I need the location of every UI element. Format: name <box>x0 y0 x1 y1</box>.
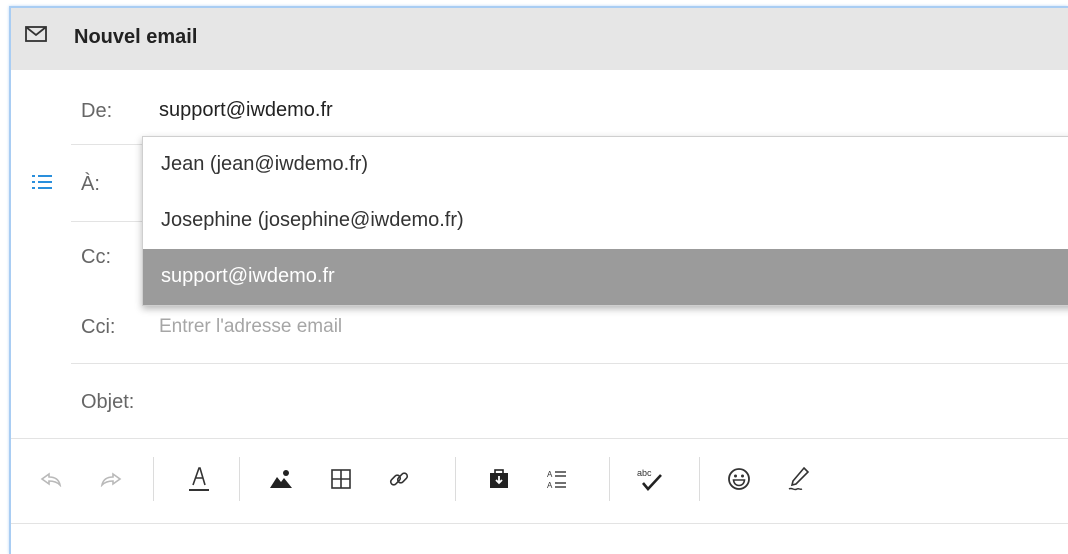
link-icon <box>389 472 409 486</box>
svg-text:A: A <box>547 470 553 479</box>
signature-icon <box>788 466 810 491</box>
image-button[interactable] <box>263 461 299 497</box>
recipient-suggestions: Jean (jean@iwdemo.fr) Josephine (josephi… <box>142 136 1068 306</box>
compose-window: Nouvel email De: support@iwdemo.fr À: Cc… <box>9 6 1068 554</box>
image-icon <box>270 470 292 488</box>
table-button[interactable] <box>323 461 359 497</box>
toolbar-separator <box>609 457 610 501</box>
contacts-list-icon[interactable] <box>31 173 53 191</box>
bcc-label: Cci: <box>81 316 116 338</box>
insert-template-button[interactable] <box>481 461 517 497</box>
emoji-icon <box>728 468 750 490</box>
signature-button[interactable] <box>781 461 817 497</box>
from-row: De: support@iwdemo.fr <box>71 70 1068 145</box>
insert-template-icon <box>490 469 508 488</box>
undo-button[interactable] <box>33 461 69 497</box>
toolbar-separator <box>239 457 240 501</box>
editor-toolbar: AA abc <box>11 438 1068 524</box>
toolbar-separator <box>699 457 700 501</box>
from-label: De: <box>81 100 113 122</box>
spellcheck-button[interactable]: abc <box>631 461 667 497</box>
redo-button[interactable] <box>93 461 129 497</box>
svg-text:abc: abc <box>637 468 652 478</box>
bcc-input[interactable]: Entrer l'adresse email <box>159 316 342 338</box>
redo-icon <box>100 472 122 487</box>
link-button[interactable] <box>381 461 417 497</box>
suggestion-item[interactable]: Jean (jean@iwdemo.fr) <box>143 137 1068 193</box>
font-color-button[interactable] <box>181 461 217 497</box>
toolbar-separator <box>455 457 456 501</box>
suggestion-item-selected[interactable]: support@iwdemo.fr <box>143 249 1068 305</box>
to-label: À: <box>81 173 100 195</box>
subject-row[interactable]: Objet: <box>71 364 1068 438</box>
compose-title: Nouvel email <box>74 26 198 48</box>
list-format-icon: AA <box>547 470 566 490</box>
cc-label: Cc: <box>81 246 111 268</box>
emoji-button[interactable] <box>721 461 757 497</box>
compose-header: Nouvel email <box>11 8 1068 70</box>
from-field[interactable]: support@iwdemo.fr <box>159 99 333 122</box>
subject-label: Objet: <box>81 391 135 413</box>
spellcheck-icon: abc <box>637 468 662 491</box>
svg-text:A: A <box>547 481 553 490</box>
font-color-icon <box>189 467 209 491</box>
suggestion-item[interactable]: Josephine (josephine@iwdemo.fr) <box>143 193 1068 249</box>
mail-icon <box>25 26 47 42</box>
list-format-button[interactable]: AA <box>539 461 575 497</box>
toolbar-separator <box>153 457 154 501</box>
table-icon <box>331 469 351 489</box>
undo-icon <box>40 472 62 487</box>
